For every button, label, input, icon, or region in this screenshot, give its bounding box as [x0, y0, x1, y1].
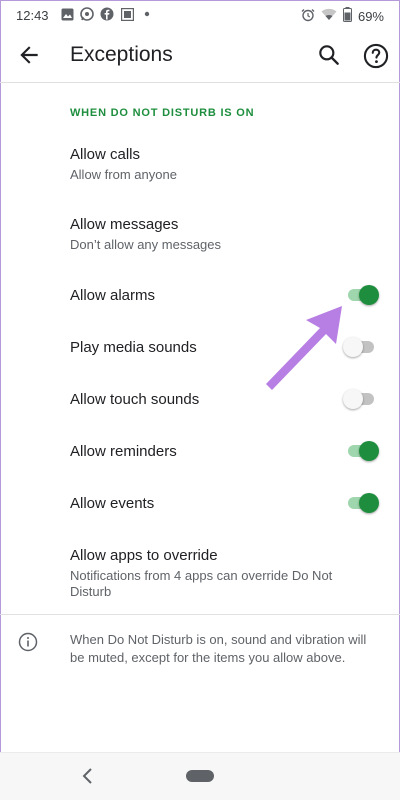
- row-label: Allow reminders: [70, 443, 177, 460]
- notification-icon: [120, 7, 134, 21]
- allow-calls-row[interactable]: Allow calls Allow from anyone: [0, 146, 400, 196]
- search-icon[interactable]: [316, 42, 342, 68]
- whatsapp-icon: [80, 7, 94, 21]
- status-bar: 12:43 69%: [0, 0, 400, 30]
- help-icon[interactable]: [362, 42, 390, 70]
- navigation-bar: [0, 752, 400, 800]
- app-bar: Exceptions: [0, 30, 400, 83]
- allow-reminders-toggle[interactable]: [345, 440, 379, 462]
- footer-info-text: When Do Not Disturb is on, sound and vib…: [70, 632, 367, 665]
- battery-percent: 69%: [357, 8, 384, 24]
- toggle-knob: [359, 441, 379, 461]
- dot-icon: [140, 7, 154, 21]
- info-icon: [18, 632, 38, 652]
- allow-events-toggle[interactable]: [345, 492, 379, 514]
- allow-touch-sounds-toggle[interactable]: [343, 388, 379, 410]
- battery-icon: [342, 7, 352, 25]
- play-media-sounds-toggle[interactable]: [343, 336, 379, 358]
- row-label: Allow messages: [70, 216, 179, 233]
- wifi-icon: [321, 8, 337, 24]
- page-title: Exceptions: [70, 43, 173, 66]
- row-label: Allow calls: [70, 146, 141, 163]
- row-subtitle: Notifications from 4 apps can override D…: [70, 568, 333, 599]
- toggle-knob: [343, 337, 363, 357]
- status-time: 12:43: [16, 8, 49, 23]
- row-label: Play media sounds: [70, 339, 197, 356]
- toggle-knob: [359, 493, 379, 513]
- facebook-icon: [100, 7, 114, 21]
- arrow-left-icon[interactable]: [16, 42, 42, 68]
- allow-messages-row[interactable]: Allow messages Don’t allow any messages: [0, 216, 400, 266]
- toggle-knob: [359, 285, 379, 305]
- row-subtitle: Don’t allow any messages: [70, 237, 222, 252]
- allow-touch-sounds-row[interactable]: Allow touch sounds: [0, 388, 400, 412]
- home-pill[interactable]: [186, 770, 214, 782]
- allow-events-row[interactable]: Allow events: [0, 492, 400, 516]
- play-media-sounds-row[interactable]: Play media sounds: [0, 336, 400, 360]
- row-label: Allow touch sounds: [70, 391, 200, 408]
- allow-alarms-row[interactable]: Allow alarms: [0, 284, 400, 308]
- row-subtitle: Allow from anyone: [70, 167, 177, 182]
- row-label: Allow alarms: [70, 287, 156, 304]
- divider: [0, 614, 400, 615]
- toggle-knob: [343, 389, 363, 409]
- nav-back-icon[interactable]: [80, 767, 96, 785]
- row-label: Allow apps to override: [70, 547, 218, 564]
- allow-apps-override-row[interactable]: Allow apps to override Notifications fro…: [0, 547, 400, 603]
- allow-alarms-toggle[interactable]: [345, 284, 379, 306]
- alarm-icon: [301, 8, 315, 25]
- allow-reminders-row[interactable]: Allow reminders: [0, 440, 400, 464]
- gallery-icon: [60, 7, 74, 21]
- row-label: Allow events: [70, 495, 155, 512]
- section-header: WHEN DO NOT DISTURB IS ON: [70, 107, 255, 119]
